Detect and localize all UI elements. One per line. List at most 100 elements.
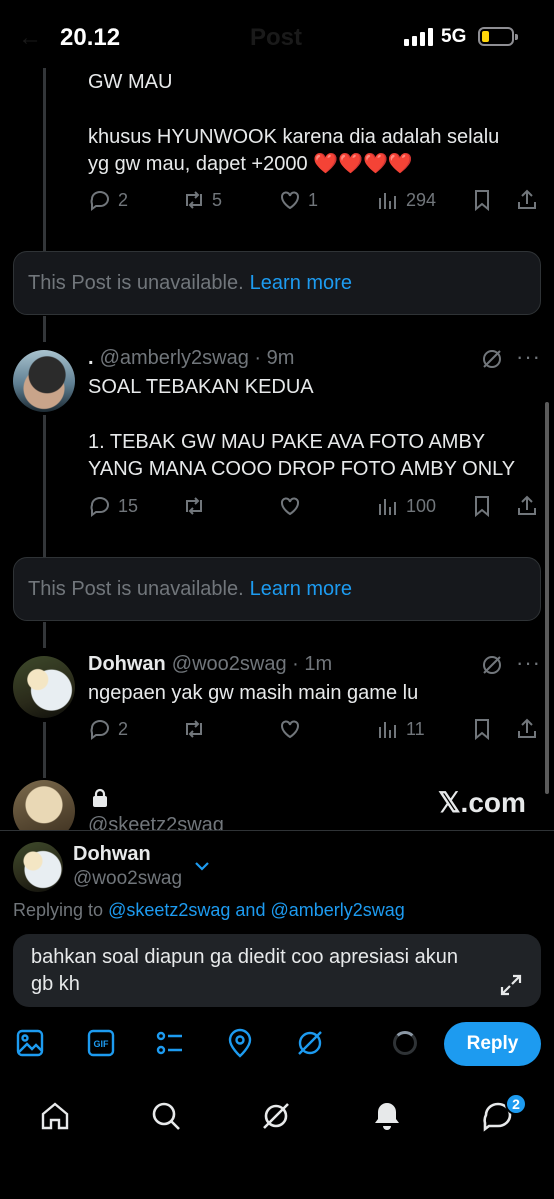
repost-icon bbox=[186, 191, 202, 209]
battery-icon bbox=[478, 27, 518, 46]
reply-count: 15 bbox=[118, 495, 139, 516]
display-name[interactable]: . bbox=[88, 347, 94, 369]
repost-icon bbox=[186, 497, 202, 515]
reply-input[interactable]: bahkan soal diapun ga diedit coo apresia… bbox=[13, 934, 541, 1007]
reply-to-handle[interactable]: @amberly2swag bbox=[270, 900, 404, 920]
bookmark-icon bbox=[475, 496, 489, 518]
handle[interactable]: @amberly2swag bbox=[100, 347, 249, 369]
repost-count: 5 bbox=[212, 189, 223, 210]
bookmark-icon bbox=[475, 190, 489, 212]
reply-icon bbox=[90, 191, 109, 211]
share-icon bbox=[518, 495, 536, 515]
grok-icon[interactable] bbox=[295, 1028, 325, 1058]
analytics-icon bbox=[379, 722, 396, 738]
analytics-icon bbox=[379, 499, 396, 515]
reply-count: 2 bbox=[118, 189, 129, 210]
thread-line bbox=[43, 68, 46, 252]
reply-count: 2 bbox=[118, 718, 129, 739]
tweet-actions: 2 5 1 294 bbox=[86, 188, 546, 218]
views-button[interactable]: 11 bbox=[376, 717, 425, 741]
grok-icon[interactable] bbox=[480, 347, 504, 371]
grok-icon[interactable] bbox=[480, 653, 504, 677]
views-button[interactable]: 294 bbox=[376, 188, 436, 212]
bookmark-button[interactable] bbox=[470, 188, 494, 212]
tweet-actions: 2 11 bbox=[86, 717, 546, 747]
draft-text: gb kh bbox=[31, 973, 80, 995]
thread-line bbox=[43, 316, 46, 342]
reply-button[interactable]: 15 bbox=[88, 494, 138, 518]
unavailable-text: This Post is unavailable. bbox=[28, 577, 244, 600]
repost-button[interactable] bbox=[182, 494, 206, 518]
bookmark-icon bbox=[475, 719, 489, 741]
display-name[interactable]: Dohwan bbox=[88, 653, 166, 675]
status-bar: ← 20.12 Post 5G bbox=[0, 0, 554, 72]
tweet-text: 1. TEBAK GW MAU PAKE AVA FOTO AMBY bbox=[88, 431, 486, 453]
replying-to: Replying to @skeetz2swag and @amberly2sw… bbox=[13, 900, 405, 920]
expand-icon[interactable] bbox=[498, 972, 524, 998]
like-count: 1 bbox=[308, 189, 319, 210]
tweet-text: ngepaen yak gw masih main game lu bbox=[88, 682, 419, 704]
header-title: Post bbox=[250, 24, 303, 51]
bookmark-button[interactable] bbox=[470, 494, 494, 518]
avatar[interactable] bbox=[13, 656, 75, 718]
chevron-down-icon[interactable] bbox=[193, 859, 211, 873]
thread-line bbox=[43, 622, 46, 648]
tweet-header: Dohwan @woo2swag · 1m bbox=[88, 653, 333, 675]
tweet-text: yg gw mau, dapet +2000 ❤️❤️❤️❤️ bbox=[88, 153, 413, 175]
signal-icon bbox=[404, 28, 434, 46]
repost-button[interactable] bbox=[182, 717, 206, 741]
reply-icon bbox=[90, 720, 109, 740]
like-button[interactable] bbox=[278, 717, 302, 741]
more-options-icon[interactable]: ··· bbox=[516, 344, 541, 370]
reply-icon bbox=[90, 497, 109, 517]
tweet-text: GW MAU bbox=[88, 71, 173, 93]
image-icon[interactable] bbox=[15, 1028, 45, 1058]
reply-button[interactable]: 2 bbox=[88, 188, 128, 212]
learn-more-link[interactable]: Learn more bbox=[250, 272, 352, 295]
repost-button[interactable]: 5 bbox=[182, 188, 222, 212]
tweet-text: SOAL TEBAKAN KEDUA bbox=[88, 376, 314, 398]
avatar[interactable] bbox=[13, 350, 75, 412]
lock-icon bbox=[93, 788, 107, 807]
timestamp: 1m bbox=[304, 653, 333, 675]
view-count: 100 bbox=[406, 495, 437, 516]
share-icon bbox=[518, 189, 536, 209]
share-button[interactable] bbox=[515, 717, 539, 741]
view-count: 294 bbox=[406, 189, 437, 210]
svg-text:GIF: GIF bbox=[94, 1039, 110, 1049]
unavailable-text: This Post is unavailable. bbox=[28, 271, 244, 294]
character-count-ring bbox=[393, 1031, 417, 1055]
like-button[interactable]: 1 bbox=[278, 188, 318, 212]
reply-button[interactable]: 2 bbox=[88, 717, 128, 741]
notifications-icon[interactable] bbox=[370, 1099, 404, 1133]
back-arrow-icon[interactable]: ← bbox=[18, 24, 42, 52]
timestamp: 9m bbox=[266, 347, 295, 369]
status-time: 20.12 bbox=[60, 24, 121, 51]
learn-more-link[interactable]: Learn more bbox=[250, 578, 352, 601]
composer-avatar bbox=[13, 842, 63, 892]
heart-icon bbox=[281, 497, 299, 516]
draft-text: bahkan soal diapun ga diedit coo apresia… bbox=[31, 946, 458, 968]
search-icon[interactable] bbox=[149, 1099, 183, 1133]
composer-account-name: Dohwan bbox=[73, 843, 151, 865]
views-button[interactable]: 100 bbox=[376, 494, 436, 518]
bookmark-button[interactable] bbox=[470, 717, 494, 741]
location-icon[interactable] bbox=[225, 1028, 255, 1058]
thread-line bbox=[43, 722, 46, 778]
gif-icon[interactable]: GIF bbox=[86, 1028, 116, 1058]
handle[interactable]: @woo2swag bbox=[172, 653, 287, 675]
handle[interactable]: @skeetz2swag bbox=[88, 813, 224, 830]
heart-icon bbox=[281, 720, 299, 739]
grok-icon[interactable] bbox=[259, 1099, 293, 1133]
home-icon[interactable] bbox=[38, 1099, 72, 1133]
composer-account-handle: @woo2swag bbox=[73, 868, 183, 889]
share-button[interactable] bbox=[515, 494, 539, 518]
like-button[interactable] bbox=[278, 494, 302, 518]
more-options-icon[interactable]: ··· bbox=[516, 650, 541, 676]
scrollbar[interactable] bbox=[545, 402, 549, 794]
reply-submit-button[interactable]: Reply bbox=[444, 1022, 541, 1066]
poll-icon[interactable] bbox=[155, 1028, 185, 1058]
share-button[interactable] bbox=[515, 188, 539, 212]
reply-to-handle[interactable]: @skeetz2swag bbox=[108, 900, 230, 920]
messages-badge: 2 bbox=[505, 1093, 527, 1115]
